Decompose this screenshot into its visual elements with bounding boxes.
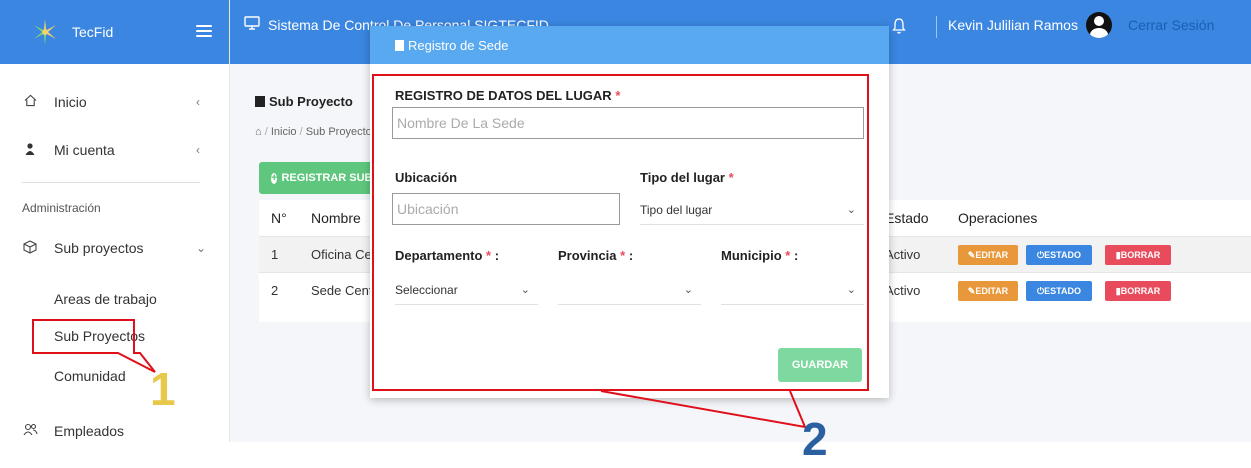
annotation-callouts [32,319,807,429]
annotation-number-2: 2 [802,413,828,465]
annotation-number-1: 1 [150,363,176,415]
